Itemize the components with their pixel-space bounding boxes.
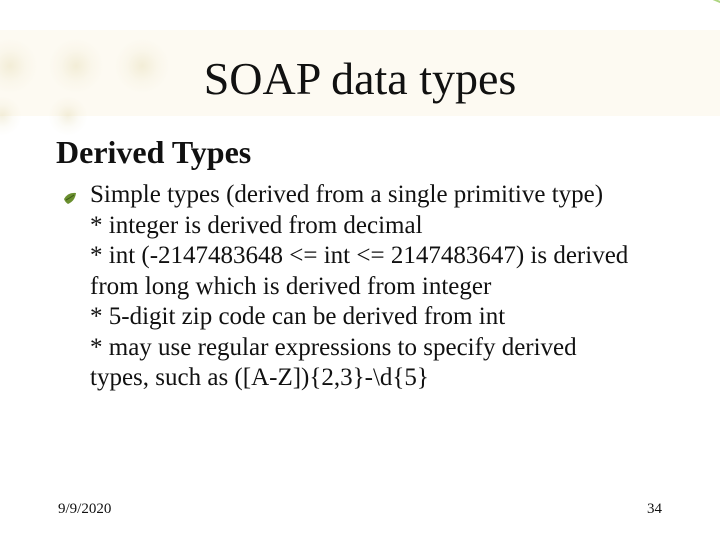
body-line: * integer is derived from decimal xyxy=(90,212,423,239)
slide-title: SOAP data types xyxy=(0,52,720,105)
body-line: * 5-digit zip code can be derived from i… xyxy=(90,303,505,330)
slide: SOAP data types Derived Types Simple typ… xyxy=(0,0,720,540)
leaf-icon xyxy=(62,186,80,204)
body-line: Simple types (derived from a single prim… xyxy=(90,181,603,208)
footer-page-number: 34 xyxy=(647,501,662,518)
body-line: types, such as ([A-Z]){2,3}-\d{5} xyxy=(90,364,429,391)
body-line: * int (-2147483648 <= int <= 2147483647)… xyxy=(90,242,628,269)
body-line: * may use regular expressions to specify… xyxy=(90,334,577,361)
slide-subtitle: Derived Types xyxy=(56,134,251,171)
slide-body: Simple types (derived from a single prim… xyxy=(90,180,670,394)
bullet-item: Simple types (derived from a single prim… xyxy=(90,180,670,394)
footer-date: 9/9/2020 xyxy=(58,501,111,518)
body-line: from long which is derived from integer xyxy=(90,273,491,300)
